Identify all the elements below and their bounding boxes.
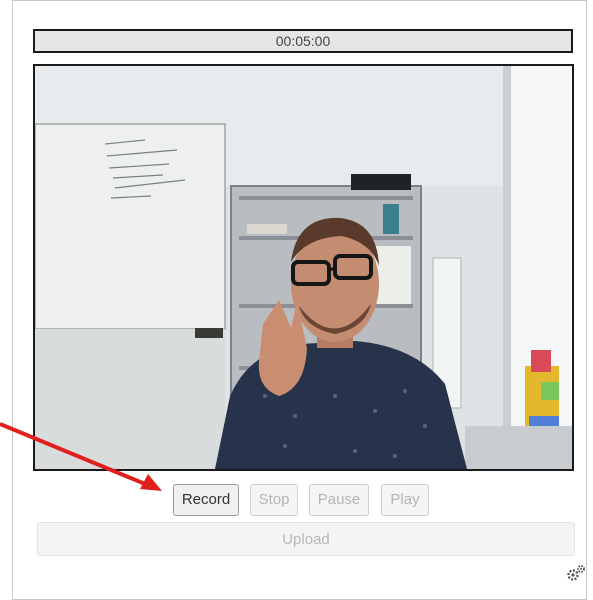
gears-icon[interactable] <box>566 564 586 582</box>
record-button[interactable]: Record <box>173 484 239 516</box>
webcam-preview <box>33 64 574 471</box>
pause-button[interactable]: Pause <box>309 484 369 516</box>
upload-button[interactable]: Upload <box>37 522 575 556</box>
stop-button[interactable]: Stop <box>250 484 298 516</box>
play-button[interactable]: Play <box>381 484 429 516</box>
recording-timer: 00:05:00 <box>33 29 573 53</box>
webcam-frame <box>35 66 572 469</box>
